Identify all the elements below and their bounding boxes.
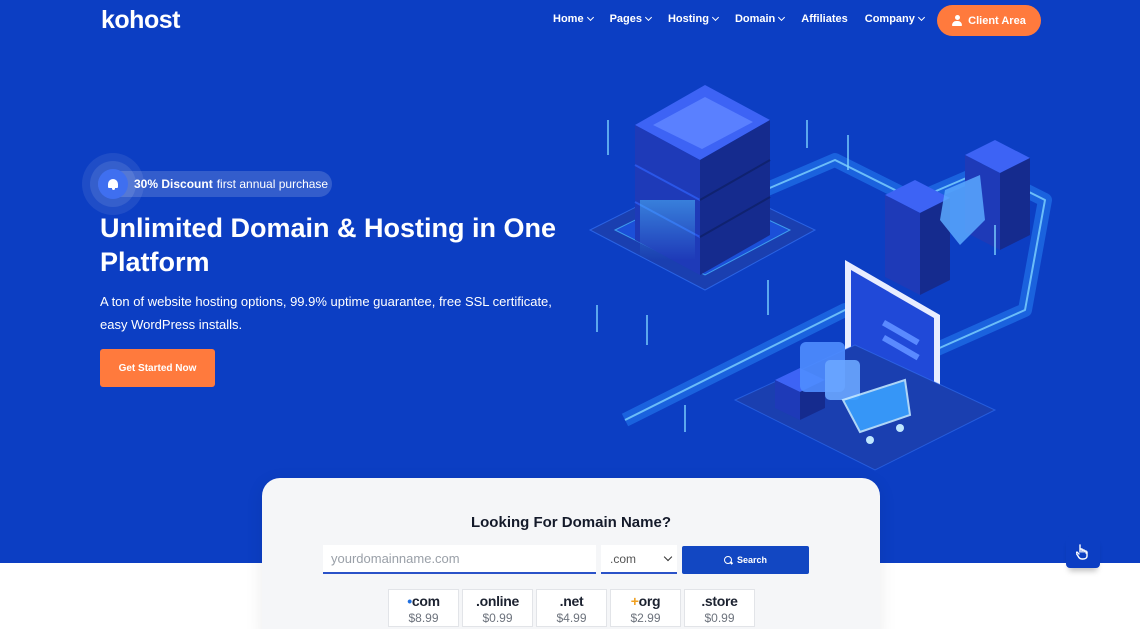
tld-name: +org bbox=[631, 593, 661, 609]
main-nav: Home Pages Hosting Domain Affiliates Com… bbox=[553, 13, 941, 25]
get-started-button[interactable]: Get Started Now bbox=[100, 349, 215, 387]
tld-card-online[interactable]: .online $0.99 bbox=[462, 589, 533, 627]
client-area-button[interactable]: Client Area bbox=[937, 5, 1041, 36]
tld-price: $2.99 bbox=[630, 611, 661, 625]
tld-label: online bbox=[479, 593, 520, 609]
tld-select-value: .com bbox=[610, 551, 637, 566]
chevron-down-icon bbox=[586, 13, 594, 22]
tld-label: store bbox=[704, 593, 738, 609]
nav-label: Hosting bbox=[667, 13, 709, 25]
tld-price: $0.99 bbox=[704, 611, 735, 625]
tld-card-org[interactable]: +org $2.99 bbox=[610, 589, 681, 627]
nav-label: Domain bbox=[734, 13, 776, 25]
tld-card-net[interactable]: .net $4.99 bbox=[536, 589, 607, 627]
client-area-label: Client Area bbox=[968, 14, 1026, 27]
nav-item-company[interactable]: Company bbox=[864, 13, 925, 25]
tld-name: .store bbox=[701, 593, 738, 609]
domain-search-input[interactable] bbox=[323, 545, 596, 574]
chevron-down-icon bbox=[917, 13, 925, 22]
chevron-down-icon bbox=[644, 13, 653, 22]
tld-price: $4.99 bbox=[556, 611, 587, 625]
search-button-label: Search bbox=[736, 555, 768, 565]
domain-search-title: Looking For Domain Name? bbox=[470, 514, 671, 531]
help-widget-button[interactable] bbox=[1066, 536, 1100, 568]
discount-amount: 30% Discount bbox=[134, 177, 213, 191]
user-icon bbox=[952, 15, 963, 26]
nav-item-home[interactable]: Home bbox=[553, 13, 594, 25]
bell-badge bbox=[98, 169, 128, 199]
discount-badge: 30% Discount first annual purchase bbox=[98, 171, 332, 197]
tld-price: $0.99 bbox=[482, 611, 513, 625]
chevron-down-icon bbox=[663, 552, 673, 562]
nav-item-hosting[interactable]: Hosting bbox=[667, 13, 719, 25]
discount-text: first annual purchase bbox=[216, 177, 329, 191]
nav-label: Home bbox=[553, 13, 584, 25]
domain-search-card: Looking For Domain Name? .com Search •co… bbox=[262, 478, 880, 629]
chevron-down-icon bbox=[711, 13, 719, 22]
tld-label: org bbox=[638, 593, 661, 609]
tld-name: .online bbox=[476, 593, 519, 609]
tld-price: $8.99 bbox=[408, 611, 439, 625]
nav-item-affiliates[interactable]: Affiliates bbox=[801, 13, 847, 25]
hero-subtitle: A ton of website hosting options, 99.9% … bbox=[100, 294, 552, 332]
nav-item-domain[interactable]: Domain bbox=[734, 13, 786, 25]
search-icon bbox=[723, 555, 733, 565]
bell-icon bbox=[108, 178, 118, 190]
tld-card-store[interactable]: .store $0.99 bbox=[684, 589, 755, 627]
nav-label: Pages bbox=[609, 13, 642, 25]
tld-name: .net bbox=[560, 593, 584, 609]
tld-dot: + bbox=[630, 593, 639, 609]
tld-select[interactable]: .com bbox=[601, 545, 677, 574]
nav-label: Company bbox=[864, 13, 915, 25]
tld-price-list: •com $8.99 .online $0.99 .net $4.99 +org… bbox=[388, 589, 755, 627]
nav-item-pages[interactable]: Pages bbox=[609, 13, 653, 25]
tld-label: net bbox=[563, 593, 584, 609]
hosting-illustration bbox=[588, 85, 1052, 471]
search-button[interactable]: Search bbox=[682, 546, 809, 574]
brand-logo[interactable]: kohost bbox=[101, 6, 180, 35]
hand-pointer-icon bbox=[1076, 544, 1088, 560]
tld-name: •com bbox=[407, 593, 440, 609]
tld-label: com bbox=[411, 593, 440, 609]
tld-card-com[interactable]: •com $8.99 bbox=[388, 589, 459, 627]
nav-label: Affiliates bbox=[801, 13, 848, 25]
chevron-down-icon bbox=[778, 13, 786, 22]
hero-title: Unlimited Domain & Hosting in One Platfo… bbox=[100, 213, 557, 277]
